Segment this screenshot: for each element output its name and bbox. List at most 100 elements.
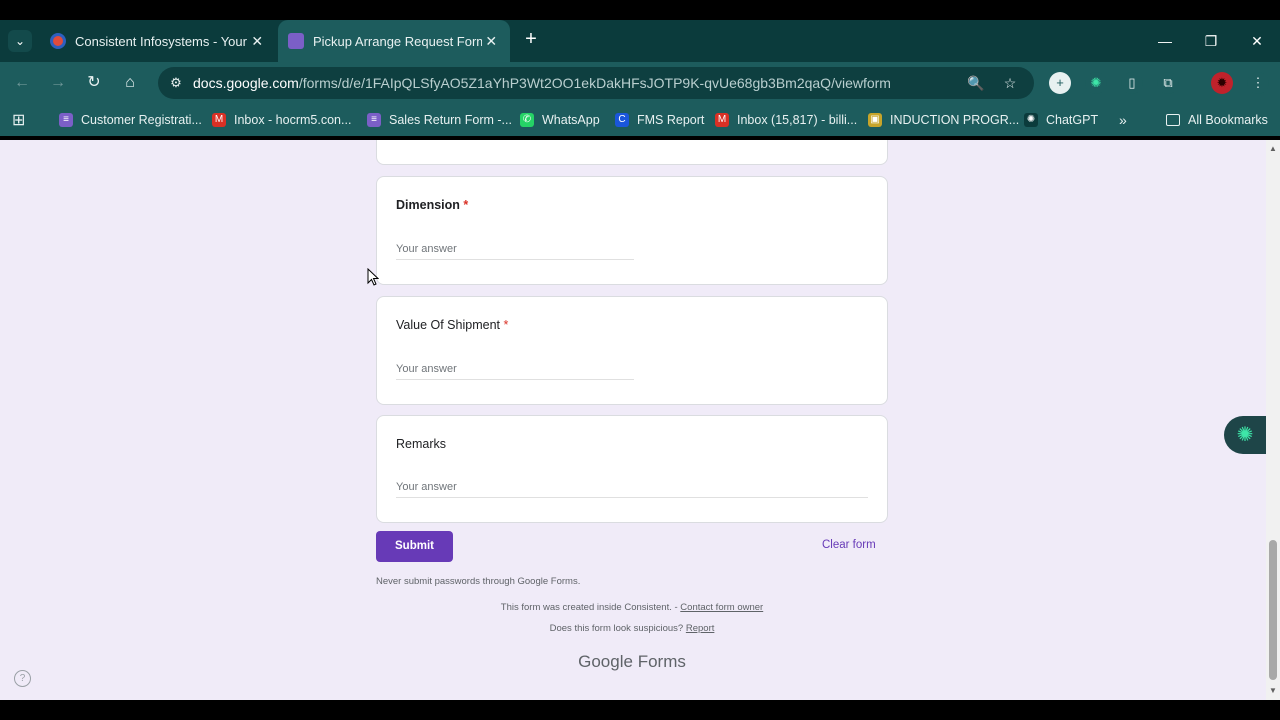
question-label: Value Of Shipment * (396, 318, 508, 332)
password-warning: Never submit passwords through Google Fo… (376, 576, 581, 587)
tab-title: Consistent Infosystems - Your I (75, 33, 249, 49)
suspicious-notice: Does this form look suspicious? Report (376, 623, 888, 634)
phone-icon[interactable]: ▯ (1121, 72, 1143, 94)
bookmark-star-icon[interactable]: ☆ (1000, 73, 1020, 93)
bookmark-item[interactable]: ▣ INDUCTION PROGR... (868, 111, 1019, 129)
bottom-black-bar (0, 700, 1280, 720)
bookmark-label: Sales Return Form -... (389, 113, 512, 127)
required-asterisk: * (463, 198, 469, 212)
forms-wordmark: Forms (637, 652, 686, 671)
profile-avatar[interactable]: ✹ (1211, 72, 1233, 94)
suspicious-text: Does this form look suspicious? (549, 623, 686, 634)
minimize-button[interactable]: — (1142, 28, 1188, 54)
bookmark-favicon-icon: ≡ (59, 113, 73, 127)
site-info-icon[interactable]: ⚙ (166, 73, 186, 93)
report-link[interactable]: Report (686, 623, 715, 634)
bookmark-item[interactable]: M Inbox (15,817) - billi... (715, 111, 857, 129)
reload-button[interactable]: ↻ (82, 71, 106, 95)
bookmark-item[interactable]: C FMS Report (615, 111, 704, 129)
google-wordmark: Google (578, 652, 633, 671)
bookmark-favicon-icon: ≡ (367, 113, 381, 127)
tab-close-icon[interactable]: ✕ (482, 33, 500, 50)
tab-strip: ⌄ Consistent Infosystems - Your I ✕ Pick… (0, 20, 1280, 62)
window-close-button[interactable]: ✕ (1234, 28, 1280, 54)
bookmark-label: Inbox - hocrm5.con... (234, 113, 352, 127)
question-card-value-of-shipment: Value Of Shipment * Your answer (376, 296, 888, 405)
bookmark-favicon-icon: ✆ (520, 113, 534, 127)
bookmark-favicon-icon: ▣ (868, 113, 882, 127)
home-button[interactable]: ⌂ (118, 71, 142, 95)
url-path: /forms/d/e/1FAIpQLSfyAO5Z1aYhP3Wt2OO1ekD… (298, 75, 891, 91)
menu-dots-icon[interactable]: ⋮ (1247, 72, 1269, 94)
url-domain: docs.google.com (193, 75, 299, 91)
previous-question-card (376, 140, 888, 165)
bookmark-item[interactable]: ✺ ChatGPT (1024, 111, 1098, 129)
all-bookmarks-button[interactable]: All Bookmarks (1166, 111, 1268, 129)
answer-input[interactable]: Your answer (396, 481, 868, 498)
top-black-bar (0, 0, 1280, 20)
browser-toolbar: ← → ↻ ⌂ ⚙ docs.google.com/forms/d/e/1FAI… (0, 62, 1280, 104)
submit-button[interactable]: Submit (376, 531, 453, 562)
bookmark-favicon-icon: C (615, 113, 629, 127)
restore-button[interactable]: ❐ (1188, 28, 1234, 54)
bookmark-label: FMS Report (637, 113, 705, 127)
tab-close-icon[interactable]: ✕ (249, 33, 266, 50)
google-forms-logo[interactable]: Google Forms (376, 652, 888, 672)
bookmark-item[interactable]: M Inbox - hocrm5.con... (212, 111, 351, 129)
chatgpt-ext-icon[interactable]: ✺ (1085, 72, 1107, 94)
question-text: Dimension (396, 198, 460, 212)
question-text: Value Of Shipment (396, 318, 500, 332)
question-label: Remarks (396, 437, 446, 451)
chatgpt-floating-icon[interactable]: ✺ (1224, 416, 1266, 454)
bookmark-label: Customer Registrati... (81, 113, 202, 127)
question-card-dimension: Dimension * Your answer (376, 176, 888, 285)
apps-icon-glyph: ⊞ (12, 112, 26, 129)
folder-icon (1166, 114, 1180, 126)
answer-input[interactable]: Your answer (396, 363, 634, 380)
bookmarks-bar: ⊞ ≡ Customer Registrati... M Inbox - hocrm5… (0, 104, 1280, 136)
tab-search-button[interactable]: ⌄ (8, 30, 32, 52)
bookmark-item[interactable]: ≡ Customer Registrati... (59, 111, 202, 129)
bookmark-favicon-icon: M (715, 113, 729, 127)
consistent-favicon-icon (50, 33, 66, 49)
bookmark-favicon-icon: M (212, 113, 226, 127)
bookmark-favicon-icon: ✺ (1024, 113, 1038, 127)
scroll-down-arrow-icon[interactable]: ▼ (1269, 686, 1277, 695)
url-text: docs.google.com/forms/d/e/1FAIpQLSfyAO5Z… (193, 75, 891, 91)
question-text: Remarks (396, 437, 447, 451)
bookmark-label: WhatsApp (542, 113, 600, 127)
bookmark-item[interactable]: ✆ WhatsApp (520, 111, 600, 129)
help-icon[interactable]: ? (14, 670, 31, 687)
tab-pickup-arrange-request-form[interactable]: Pickup Arrange Request Form ✕ (278, 20, 510, 62)
zoom-icon[interactable]: 🔍 (966, 73, 986, 93)
clear-form-button[interactable]: Clear form (822, 539, 876, 551)
bookmark-label: INDUCTION PROGR... (890, 113, 1020, 127)
contact-owner-link[interactable]: Contact form owner (680, 602, 763, 613)
back-button[interactable]: ← (10, 71, 34, 95)
add-circle-icon[interactable]: + (1049, 72, 1071, 94)
bookmarks-overflow-button[interactable]: » (1119, 111, 1127, 129)
address-bar[interactable]: ⚙ docs.google.com/forms/d/e/1FAIpQLSfyAO… (158, 67, 1034, 99)
mouse-cursor-icon (367, 268, 379, 286)
google-forms-favicon-icon (288, 33, 304, 49)
required-asterisk: * (503, 318, 509, 332)
page-scrollbar[interactable]: ▲ ▼ (1266, 140, 1280, 700)
forward-button[interactable]: → (46, 71, 70, 95)
apps-grid-icon[interactable]: ⊞ (12, 111, 25, 129)
scrollbar-thumb[interactable] (1269, 540, 1277, 680)
bookmark-label: ChatGPT (1046, 113, 1099, 127)
created-notice: This form was created inside Consistent.… (376, 602, 888, 613)
bookmark-item[interactable]: ≡ Sales Return Form -... (367, 111, 512, 129)
question-label: Dimension * (396, 198, 468, 212)
tab-title: Pickup Arrange Request Form (313, 33, 483, 49)
new-tab-button[interactable]: + (520, 29, 542, 51)
scroll-up-arrow-icon[interactable]: ▲ (1269, 144, 1277, 153)
puzzle-icon[interactable]: ⧉ (1157, 72, 1179, 94)
bookmark-label: Inbox (15,817) - billi... (737, 113, 858, 127)
form-page: Dimension * Your answer Value Of Shipmen… (0, 140, 1266, 700)
answer-input[interactable]: Your answer (396, 243, 634, 260)
overflow-glyph: » (1119, 112, 1127, 128)
tab-consistent-infosystems[interactable]: Consistent Infosystems - Your I ✕ (40, 20, 276, 62)
question-card-remarks: Remarks Your answer (376, 415, 888, 523)
created-text: This form was created inside Consistent.… (500, 602, 681, 613)
